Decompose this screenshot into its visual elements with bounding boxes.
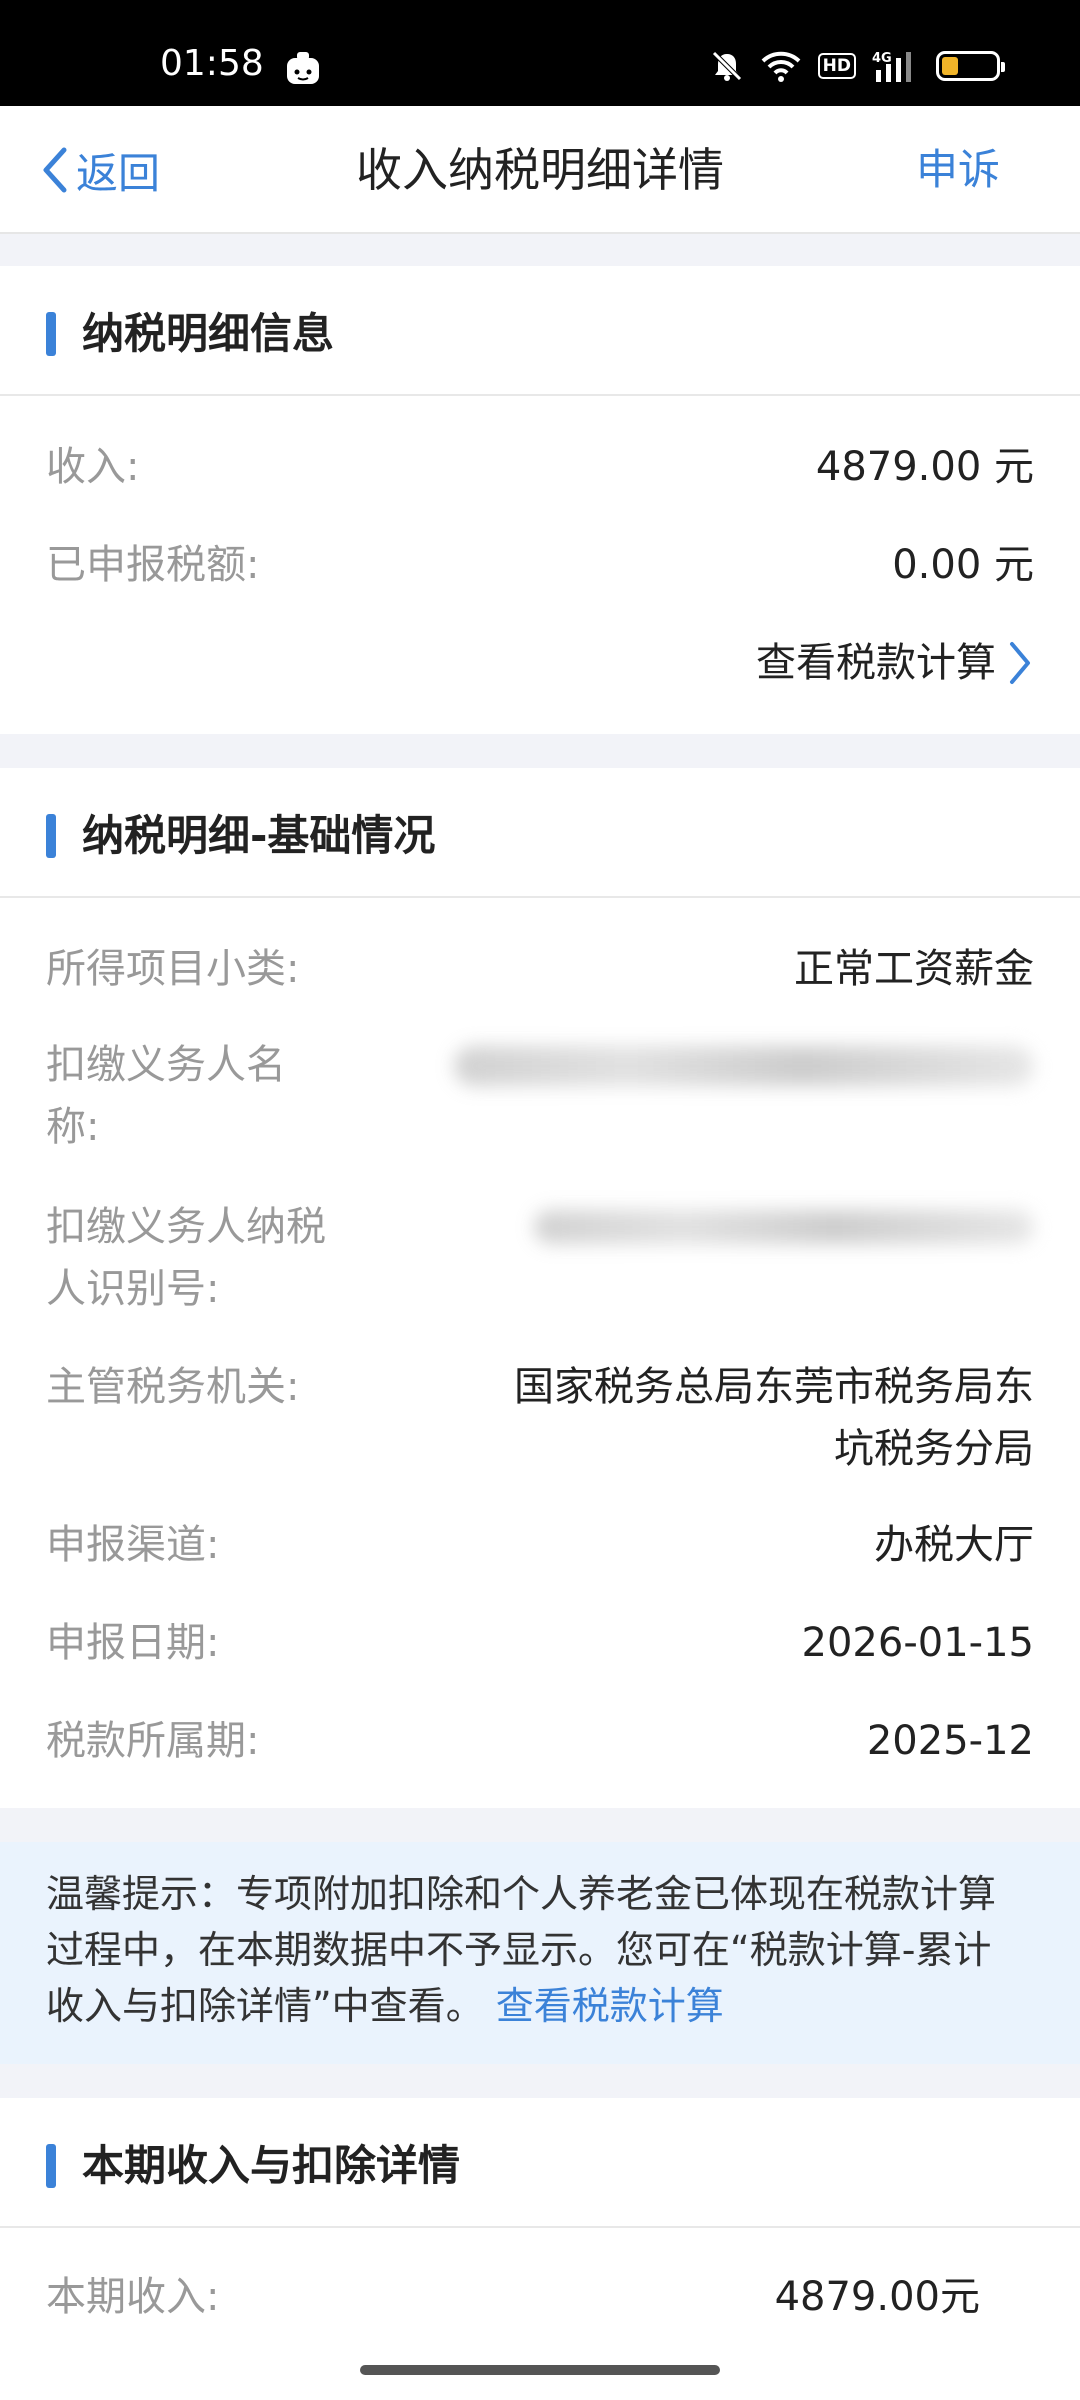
- battery-icon: [936, 51, 1005, 81]
- status-time: 01:58: [160, 43, 264, 84]
- wifi-icon: [761, 51, 801, 82]
- section-title: 本期收入与扣除详情: [82, 2141, 461, 2190]
- section-accent-bar: [46, 312, 56, 356]
- section-header: 本期收入与扣除详情: [0, 2098, 1080, 2228]
- chevron-right-icon: [1010, 642, 1030, 684]
- tip-view-calc-link[interactable]: 查看税款计算: [496, 1984, 724, 2028]
- battery-level: [942, 57, 958, 75]
- tip-box: 温馨提示：专项附加扣除和个人养老金已体现在税款计算 过程中，在本期数据中不予显示…: [0, 1842, 1080, 2064]
- status-bar: 01:58 HD 4G: [0, 0, 1080, 106]
- income-label: 收入:: [46, 444, 140, 490]
- tax-period-label: 税款所属期:: [46, 1718, 260, 1764]
- withholder-id-label: 扣缴义务人纳税 人识别号:: [46, 1204, 326, 1312]
- section-title: 纳税明细信息: [82, 309, 335, 358]
- view-tax-calc-link[interactable]: 查看税款计算: [756, 632, 1034, 694]
- tax-authority-row: 主管税务机关: 国家税务总局东莞市税务局东 坑税务分局: [46, 1356, 1034, 1480]
- complain-button[interactable]: 申诉: [916, 140, 1000, 200]
- tip-line-1: 温馨提示：专项附加扣除和个人养老金已体现在税款计算: [46, 1872, 997, 1916]
- declare-date-value: 2026-01-15: [801, 1620, 1034, 1666]
- declare-date-label: 申报日期:: [46, 1620, 220, 1666]
- hd-badge: HD: [817, 53, 856, 79]
- current-income-label: 本期收入:: [46, 2274, 220, 2320]
- basic-info-section: 纳税明细-基础情况 所得项目小类: 正常工资薪金 扣缴义务人名 称: 扣缴义务人…: [0, 768, 1080, 1808]
- home-indicator[interactable]: [360, 2365, 720, 2375]
- current-income-value: 4879.00元: [774, 2274, 980, 2320]
- app-notification-icon: [287, 52, 319, 84]
- svg-text:4G: 4G: [872, 51, 892, 66]
- tax-authority-label: 主管税务机关:: [46, 1364, 300, 1410]
- tip-line-2: 过程中，在本期数据中不予显示。您可在“税款计算-累计: [46, 1928, 992, 1972]
- status-icons: HD 4G: [710, 46, 1005, 86]
- subcategory-label: 所得项目小类:: [46, 946, 300, 992]
- declared-tax-value: 0.00 元: [892, 542, 1034, 588]
- tax-info-section: 纳税明细信息 收入: 4879.00 元 已申报税额: 0.00 元 查看税款计…: [0, 266, 1080, 734]
- withholder-name-value-redacted: [454, 1046, 1034, 1086]
- channel-value: 办税大厅: [874, 1522, 1034, 1568]
- section-header: 纳税明细-基础情况: [0, 768, 1080, 898]
- nav-bar: 返回 收入纳税明细详情 申诉: [0, 106, 1080, 234]
- withholder-id-value-redacted: [534, 1210, 1034, 1244]
- section-accent-bar: [46, 2144, 56, 2188]
- withholder-name-row: 扣缴义务人名 称:: [46, 1034, 1034, 1158]
- mute-icon: [711, 51, 742, 81]
- section-title: 纳税明细-基础情况: [82, 811, 436, 860]
- section-header: 纳税明细信息: [0, 266, 1080, 396]
- tax-authority-value: 国家税务总局东莞市税务局东 坑税务分局: [514, 1364, 1034, 1472]
- signal-4g-icon: 4G: [872, 51, 911, 82]
- tax-period-value: 2025-12: [866, 1718, 1034, 1764]
- current-period-section: 本期收入与扣除详情 本期收入: 4879.00元: [0, 2098, 1080, 2400]
- withholder-id-row: 扣缴义务人纳税 人识别号:: [46, 1196, 1034, 1320]
- channel-label: 申报渠道:: [46, 1522, 220, 1568]
- declared-tax-label: 已申报税额:: [46, 542, 260, 588]
- view-tax-calc-label: 查看税款计算: [756, 640, 996, 686]
- tip-line-3: 收入与扣除详情”中查看。 查看税款计算: [46, 1984, 724, 2028]
- withholder-name-label: 扣缴义务人名 称:: [46, 1042, 286, 1150]
- section-accent-bar: [46, 814, 56, 858]
- subcategory-value: 正常工资薪金: [794, 946, 1034, 992]
- income-value: 4879.00 元: [815, 444, 1034, 490]
